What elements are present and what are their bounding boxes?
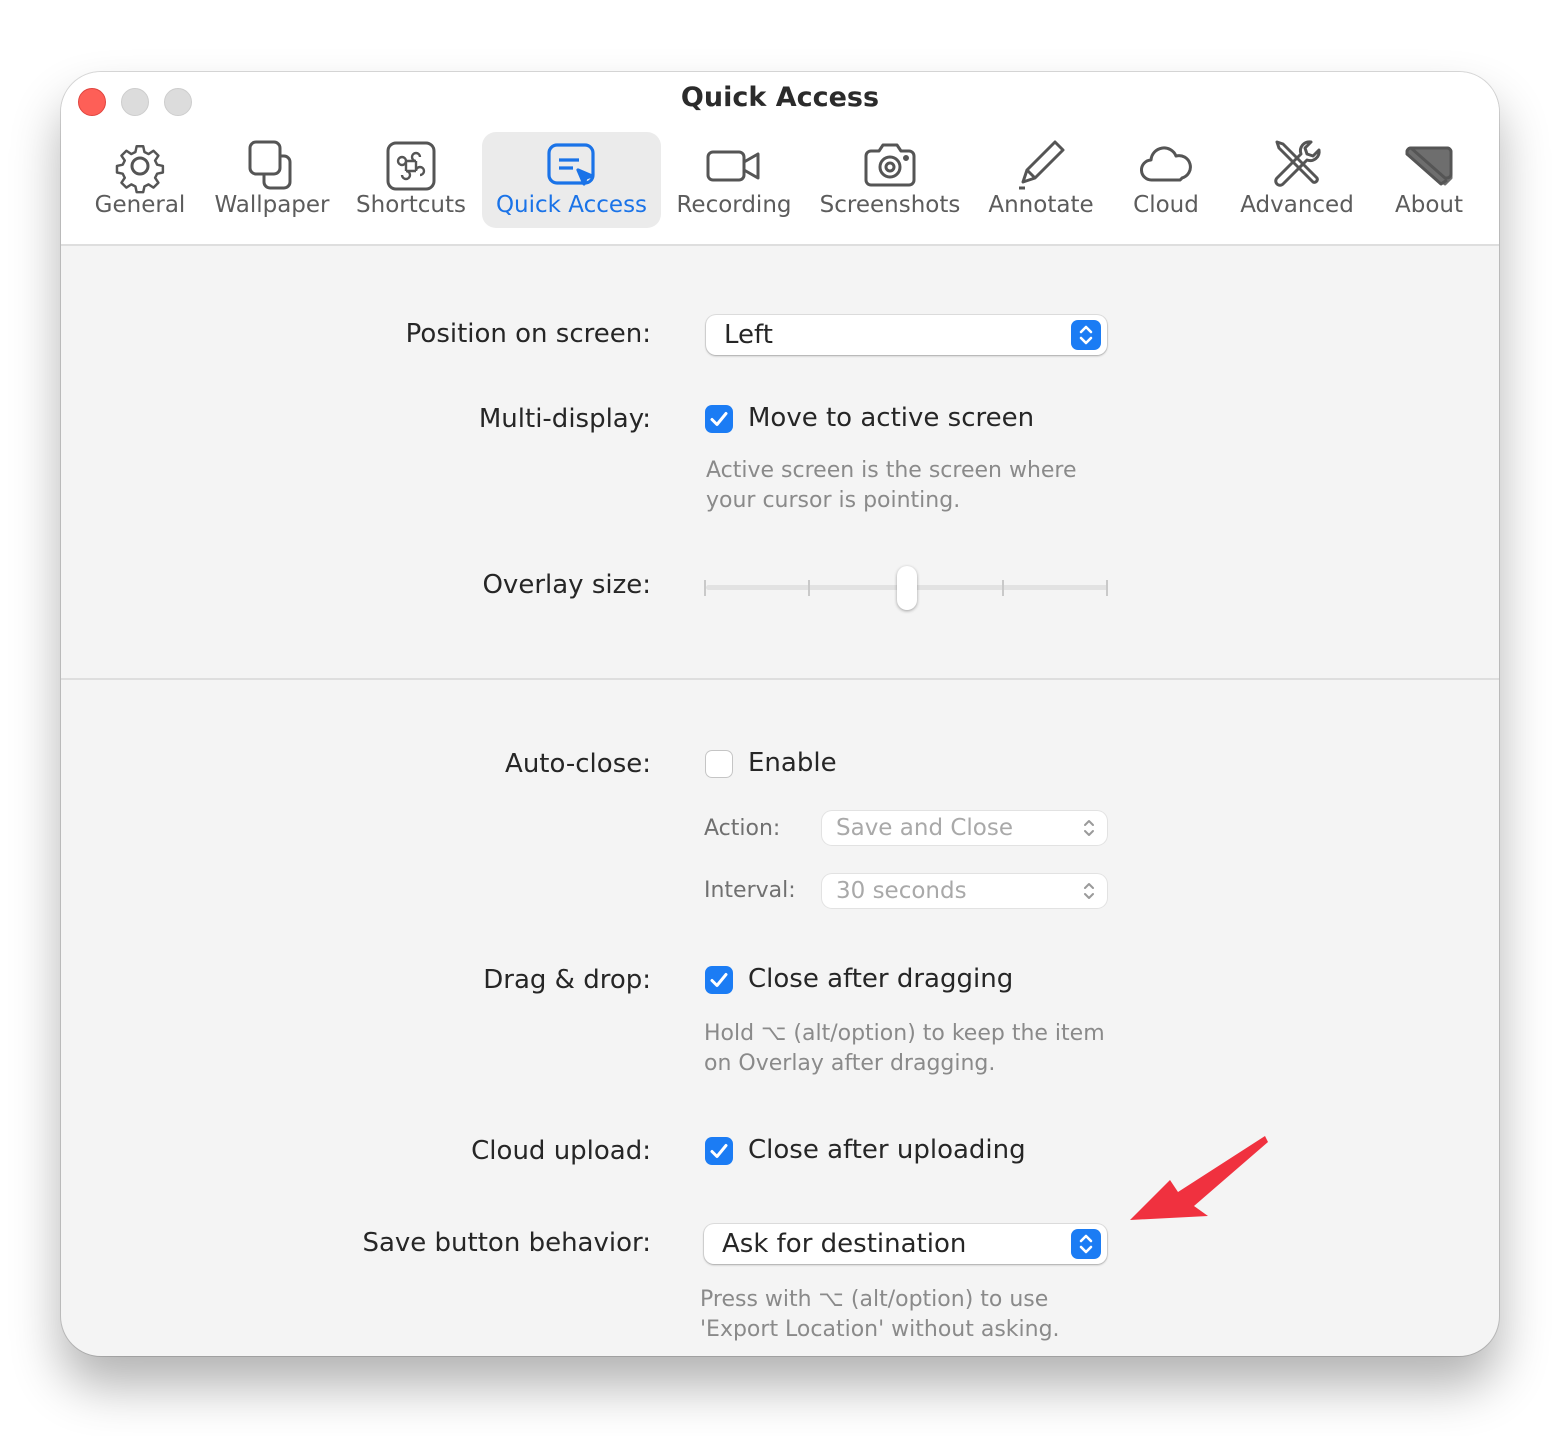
- command-key-icon: [381, 136, 441, 196]
- tools-icon: [1267, 136, 1327, 196]
- multi-display-help-line2: your cursor is pointing.: [706, 488, 961, 513]
- tab-screenshots[interactable]: Screenshots: [816, 132, 964, 228]
- tab-cloud[interactable]: Cloud: [1121, 132, 1211, 228]
- window-title: Quick Access: [680, 82, 880, 113]
- slider-tick: [704, 580, 706, 596]
- drag-drop-help-line1: Hold ⌥ (alt/option) to keep the item: [704, 1021, 1105, 1046]
- multi-display-checkbox-label: Move to active screen: [748, 403, 1035, 433]
- cloud-upload-label: Cloud upload:: [471, 1136, 651, 1166]
- tab-advanced[interactable]: Advanced: [1233, 132, 1361, 228]
- tab-label: Wallpaper: [214, 192, 330, 218]
- tab-wallpaper[interactable]: Wallpaper: [211, 132, 333, 228]
- drag-drop-label: Drag & drop:: [483, 965, 651, 995]
- position-label: Position on screen:: [405, 319, 651, 349]
- checkmark-icon: [710, 973, 728, 987]
- action-select[interactable]: Save and Close: [822, 811, 1107, 845]
- save-button-behavior-label: Save button behavior:: [362, 1228, 651, 1258]
- tab-label: About: [1394, 192, 1463, 218]
- multi-display-checkbox[interactable]: [705, 405, 733, 433]
- auto-close-checkbox-label: Enable: [748, 748, 837, 778]
- slider-knob[interactable]: [897, 566, 917, 610]
- interval-value: 30 seconds: [836, 878, 967, 904]
- auto-close-checkbox[interactable]: [705, 750, 733, 778]
- action-value: Save and Close: [836, 815, 1014, 841]
- tab-label: Advanced: [1240, 192, 1354, 218]
- position-value: Left: [724, 320, 773, 350]
- tab-label: Cloud: [1133, 192, 1199, 218]
- gear-icon: [110, 136, 170, 196]
- wallpaper-icon: [242, 136, 302, 196]
- overlay-size-label: Overlay size:: [482, 570, 651, 600]
- camera-icon: [860, 136, 920, 196]
- tab-label: Screenshots: [819, 192, 961, 218]
- save-button-help-line2: 'Export Location' without asking.: [700, 1317, 1060, 1342]
- quick-access-icon: [542, 136, 602, 196]
- interval-select[interactable]: 30 seconds: [822, 874, 1107, 908]
- tab-about[interactable]: About: [1379, 132, 1479, 228]
- multi-display-label: Multi-display:: [478, 404, 651, 434]
- save-button-help-line1: Press with ⌥ (alt/option) to use: [700, 1287, 1049, 1312]
- chevron-up-down-icon: [1071, 1229, 1101, 1259]
- drag-drop-help-line2: on Overlay after dragging.: [704, 1051, 996, 1076]
- pencil-icon: [1011, 136, 1071, 196]
- tab-general[interactable]: General: [87, 132, 193, 228]
- drag-drop-checkbox-label: Close after dragging: [748, 964, 1014, 994]
- about-icon: [1399, 136, 1459, 196]
- multi-display-help-line1: Active screen is the screen where: [706, 458, 1077, 483]
- checkmark-icon: [710, 1144, 728, 1158]
- video-camera-icon: [704, 136, 764, 196]
- chevron-up-down-icon: [1079, 879, 1099, 903]
- slider-tick: [808, 580, 810, 596]
- tab-label: Annotate: [988, 192, 1094, 218]
- tab-shortcuts[interactable]: Shortcuts: [351, 132, 471, 228]
- save-button-behavior-select[interactable]: Ask for destination: [704, 1224, 1107, 1264]
- toolbar: Quick Access General Wallpaper Shortcuts…: [61, 72, 1499, 246]
- tab-label: General: [94, 192, 186, 218]
- tab-recording[interactable]: Recording: [671, 132, 797, 228]
- preferences-window: Quick Access General Wallpaper Shortcuts…: [61, 72, 1499, 1356]
- tab-label: Recording: [676, 192, 792, 218]
- tab-label: Quick Access: [495, 192, 648, 218]
- cloud-icon: [1136, 136, 1196, 196]
- overlay-size-slider[interactable]: [704, 566, 1110, 610]
- action-label: Action:: [704, 816, 781, 841]
- cloud-upload-checkbox[interactable]: [705, 1137, 733, 1165]
- section-divider: [61, 678, 1499, 680]
- tab-label: Shortcuts: [356, 192, 466, 218]
- interval-label: Interval:: [704, 878, 796, 903]
- slider-tick: [1002, 580, 1004, 596]
- tab-quick-access[interactable]: Quick Access: [482, 132, 661, 228]
- annotation-arrow-icon: [1130, 1136, 1268, 1220]
- slider-tick: [1106, 580, 1108, 596]
- drag-drop-checkbox[interactable]: [705, 966, 733, 994]
- cloud-upload-checkbox-label: Close after uploading: [748, 1135, 1026, 1165]
- auto-close-label: Auto-close:: [505, 749, 651, 779]
- checkmark-icon: [710, 412, 728, 426]
- position-select[interactable]: Left: [706, 315, 1107, 355]
- chevron-up-down-icon: [1071, 320, 1101, 350]
- tab-annotate[interactable]: Annotate: [982, 132, 1100, 228]
- chevron-up-down-icon: [1079, 816, 1099, 840]
- save-button-behavior-value: Ask for destination: [722, 1229, 967, 1259]
